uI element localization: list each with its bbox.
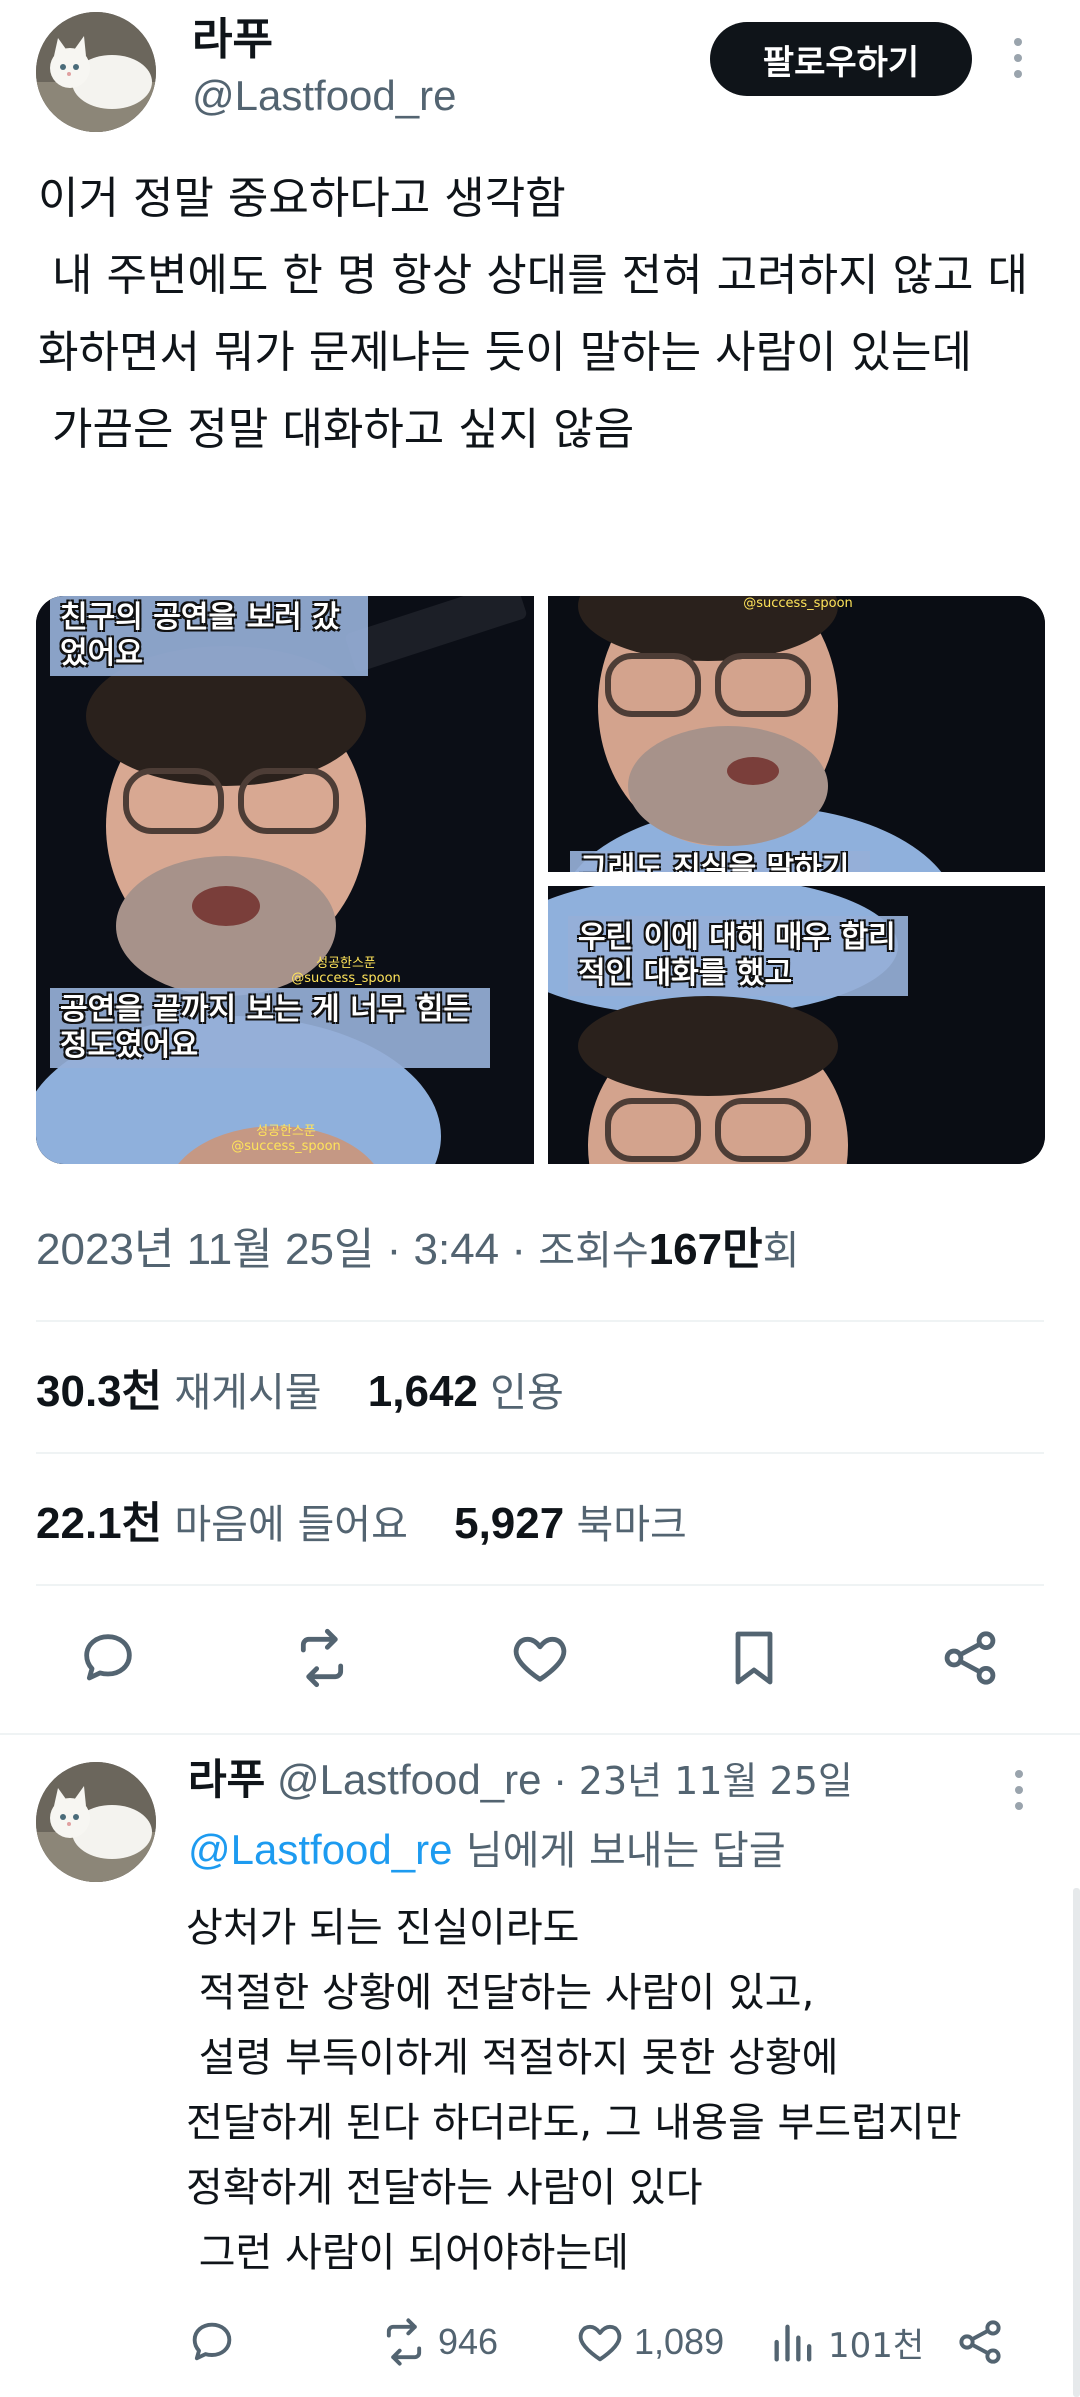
retweet-count[interactable]: 30.3천	[36, 1367, 162, 1416]
more-vertical-icon[interactable]	[1013, 38, 1023, 78]
quote-count[interactable]: 1,642	[368, 1367, 478, 1416]
reply-text: 상처가 되는 진실이라도 적절한 상황에 전달하는 사람이 있고, 설령 부득이…	[186, 1905, 962, 2276]
retweet-label[interactable]: 재게시물	[174, 1370, 321, 1416]
reply-author-name[interactable]: 라푸	[188, 1755, 265, 1804]
reply-retweet-button[interactable]: 946	[378, 2316, 498, 2368]
views-value: 167만	[648, 1225, 763, 1274]
reply-views-count: 101천	[828, 2325, 925, 2366]
white-cat-avatar-icon	[36, 1762, 156, 1882]
reply-share-button[interactable]	[954, 2316, 1006, 2368]
tweet-meta: 2023년 11월 25일 · 3:44 · 조회수167만회	[36, 1222, 799, 1279]
reply-to-label: 님에게 보내는 답글	[465, 1828, 786, 1874]
media-caption-bottom: 공연을 끝까지 보는 게 너무 힘든 정도였어요	[50, 988, 490, 1068]
media-grid[interactable]: 친구의 공연을 보러 갔었어요 성공한스푼 @success_spoon 공연을…	[36, 596, 1045, 1164]
author-avatar[interactable]	[36, 12, 156, 132]
media-watermark-2: @success_spoon	[743, 596, 853, 611]
bookmark-count[interactable]: 5,927	[454, 1499, 564, 1548]
views-suffix: 회	[762, 1228, 800, 1274]
retweet-icon[interactable]	[290, 1626, 354, 1690]
more-vertical-icon[interactable]	[1014, 1770, 1024, 1810]
media-caption-top: 친구의 공연을 보러 갔었어요	[50, 596, 368, 676]
media-caption-cut: 그래도 진실을 말하기는	[570, 851, 870, 872]
divider	[36, 1320, 1044, 1322]
meta-separator: ·	[511, 1225, 527, 1274]
like-icon[interactable]	[508, 1626, 572, 1690]
video-still-person-2	[548, 596, 1045, 872]
reply-icon[interactable]	[76, 1626, 140, 1690]
media-image-3[interactable]: 우린 이에 대해 매우 합리적인 대화를 했고	[548, 886, 1045, 1164]
tweet-separator	[0, 1733, 1080, 1735]
tweet-text: 이거 정말 중요하다고 생각함 내 주변에도 한 명 항상 상대를 전혀 고려하…	[38, 173, 1028, 455]
reply-author-handle[interactable]: @Lastfood_re	[277, 1756, 541, 1803]
follow-button[interactable]: 팔로우하기	[710, 22, 972, 96]
reply-mention-link[interactable]: @Lastfood_re	[188, 1826, 452, 1873]
divider	[36, 1452, 1044, 1454]
share-icon	[959, 2320, 1001, 2364]
repost-stats[interactable]: 30.3천 재게시물 1,642 인용	[36, 1364, 598, 1421]
reply-like-count: 1,089	[634, 2321, 725, 2362]
reply-author-avatar[interactable]	[36, 1762, 156, 1882]
reply-like-button[interactable]: 1,089	[574, 2316, 724, 2368]
reply-retweet-count: 946	[438, 2321, 499, 2362]
reply-reply-button[interactable]	[186, 2316, 238, 2368]
views-label: 조회수	[538, 1228, 649, 1274]
like-icon	[578, 2324, 622, 2362]
reply-views-button[interactable]: 101천	[768, 2316, 924, 2368]
like-stats[interactable]: 22.1천 마음에 들어요 5,927 북마크	[36, 1496, 721, 1553]
white-cat-avatar-icon	[36, 12, 156, 132]
reply-action-bar: 946 1,089 101천	[0, 2316, 1080, 2376]
author-name[interactable]: 라푸	[192, 14, 273, 66]
media-watermark-bottom: 성공한스푼 @success_spoon	[231, 1124, 341, 1154]
quote-label[interactable]: 인용	[490, 1370, 564, 1416]
divider	[36, 1584, 1044, 1586]
meta-separator: ·	[553, 1756, 568, 1803]
author-handle[interactable]: @Lastfood_re	[192, 70, 456, 122]
bookmark-icon[interactable]	[722, 1626, 786, 1690]
like-count[interactable]: 22.1천	[36, 1499, 162, 1548]
main-tweet: 라푸 @Lastfood_re 팔로우하기 이거 정말 중요하다고 생각함 내 …	[0, 0, 1080, 1730]
tweet-date: 2023년 11월 25일	[36, 1225, 375, 1274]
media-image-2[interactable]: @success_spoon 그래도 진실을 말하기는	[548, 596, 1045, 872]
retweet-icon	[386, 2318, 422, 2366]
reply-icon	[192, 2322, 232, 2361]
views-chart-icon	[774, 2324, 812, 2362]
media-caption-3: 우린 이에 대해 매우 합리적인 대화를 했고	[568, 916, 908, 996]
media-image-1[interactable]: 친구의 공연을 보러 갔었어요 성공한스푼 @success_spoon 공연을…	[36, 596, 534, 1164]
share-icon[interactable]	[938, 1626, 1002, 1690]
replying-to: @Lastfood_re 님에게 보내는 답글	[188, 1822, 786, 1879]
reply-date[interactable]: 23년 11월 25일	[579, 1759, 853, 1803]
meta-separator: ·	[386, 1225, 402, 1274]
bookmark-label[interactable]: 북마크	[576, 1502, 686, 1548]
media-watermark: 성공한스푼 @success_spoon	[291, 956, 401, 986]
reply-header: 라푸 @Lastfood_re · 23년 11월 25일	[188, 1752, 853, 1809]
tweet-time: 3:44	[413, 1225, 500, 1274]
like-label[interactable]: 마음에 들어요	[174, 1502, 408, 1548]
video-still-person-1	[36, 596, 534, 1164]
